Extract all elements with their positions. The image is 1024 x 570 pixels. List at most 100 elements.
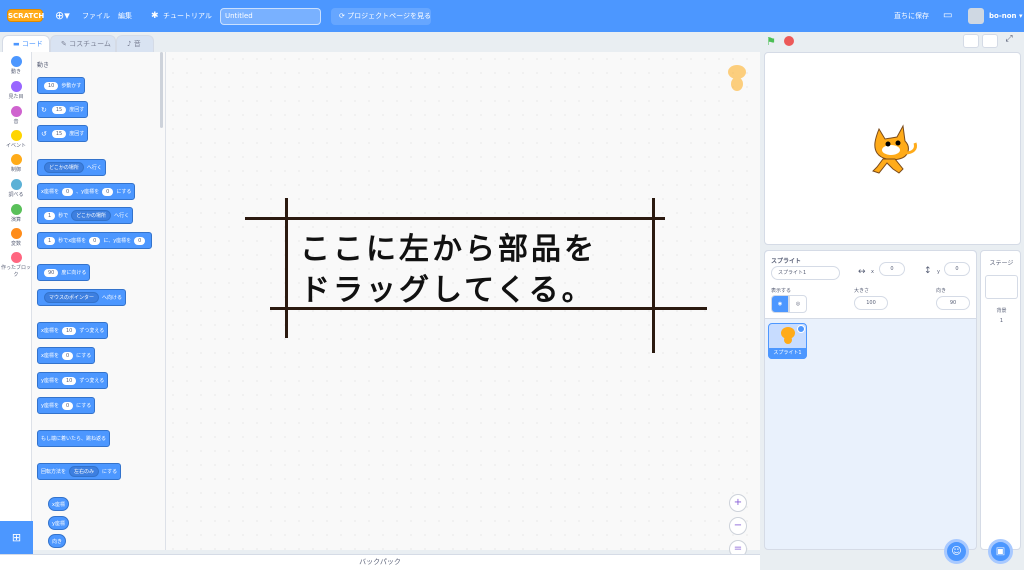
project-page-button[interactable]: ⟳ プロジェクトページを見る [331,8,431,25]
block-text: 度回す [69,131,85,137]
category-looks[interactable]: 見た目 [0,81,32,100]
fullscreen-icon[interactable]: ⤢ [1001,34,1017,48]
block-input[interactable]: 0 [89,236,101,245]
block-dropdown[interactable]: どこかの場所 [71,210,112,221]
category-sensing[interactable]: 調べる [0,179,32,198]
globe-icon[interactable]: ⊕▾ [55,0,70,32]
avatar[interactable] [968,8,984,24]
block-dropdown[interactable]: 左右のみ [69,466,100,477]
block-input[interactable]: 0 [61,187,74,196]
category-events[interactable]: イベント [0,130,32,149]
block-dropdown[interactable]: どこかの場所 [44,162,84,173]
block-input[interactable]: 1 [44,236,56,245]
menu-file[interactable]: ファイル [82,0,110,32]
category-variables[interactable]: 変数 [0,228,32,247]
tab-costume[interactable]: ✎ コスチューム [50,35,116,52]
block-text: x座標 [52,501,65,508]
category-motion[interactable]: 動き [0,56,32,75]
reporter-y-position[interactable]: y座標 [48,516,69,530]
folder-icon[interactable]: ▭ [943,0,952,32]
block-rotation-style[interactable]: 回転方法を 左右のみ にする [37,463,122,480]
block-input[interactable]: 1 [44,211,56,220]
category-control[interactable]: 制御 [0,154,32,173]
stop-button[interactable] [784,36,794,46]
block-glide-xy[interactable]: 1 秒でx座標を 0 に、y座標を 0 [37,232,153,249]
tab-code[interactable]: ▬ コード [2,35,50,52]
y-input[interactable]: 0 [944,262,970,276]
zoom-in-button[interactable]: + [729,494,747,512]
block-dropdown[interactable]: マウスのポインター [44,292,100,303]
category-operators[interactable]: 演算 [0,204,32,223]
block-point-towards[interactable]: マウスのポインター へ向ける [37,289,127,306]
stage-target-pane[interactable]: ステージ 背景 1 [980,250,1021,550]
green-flag-icon[interactable]: ⚑ [766,35,776,48]
block-input[interactable]: 0 [61,351,74,360]
category-my-blocks[interactable]: 作ったブロック [0,252,32,278]
username-menu[interactable]: bo-non ▾ [989,0,1022,32]
x-input[interactable]: 0 [879,262,905,276]
cat-face-icon: ☺ [951,546,962,557]
reporter-x-position[interactable]: x座標 [48,497,69,511]
block-turn-right[interactable]: ↻ 15 度回す [37,101,89,118]
block-set-x[interactable]: x座標を 0 にする [37,347,96,364]
block-set-y[interactable]: y座標を 0 にする [37,397,96,414]
add-extension-button[interactable]: ⊞ [0,521,33,554]
block-bounce-on-edge[interactable]: もし端に着いたら、跳ね返る [37,430,111,447]
show-visible-button[interactable]: ◉ [771,295,789,313]
stage-canvas[interactable] [764,52,1021,245]
block-text: x座標を [41,328,59,334]
block-input[interactable]: 10 [61,376,77,385]
zoom-out-button[interactable]: − [729,517,747,535]
category-sound[interactable]: 音 [0,106,32,125]
menu-tutorial[interactable]: チュートリアル [163,0,212,32]
block-glide-to[interactable]: 1 秒で どこかの場所 へ行く [37,207,134,224]
direction-input[interactable]: 90 [936,296,970,310]
backpack-bar[interactable]: バックパック [0,554,760,570]
size-input[interactable]: 100 [854,296,888,310]
block-input[interactable]: 0 [61,401,74,410]
palette-heading: 動き [37,62,50,69]
rotate-right-icon: ↻ [41,105,47,114]
tab-sound-label: 音 [133,40,141,48]
cat-sprite[interactable] [865,123,920,179]
project-title-input[interactable]: Untitled [220,8,321,25]
block-go-to[interactable]: どこかの場所 へ行く [37,159,106,176]
choose-backdrop-button[interactable]: ▣ [988,539,1013,564]
reporter-direction[interactable]: 向き [48,534,67,548]
direction-label: 向き [936,288,947,294]
block-text: y座標を [41,403,59,409]
block-text: にする [116,189,132,195]
category-dot [10,56,22,67]
block-point-direction[interactable]: 90 度に向ける [37,264,91,281]
delete-sprite-icon[interactable] [797,325,805,333]
sprite-name-input[interactable]: スプライト1 [771,266,840,280]
annotation-text: ここに左から部品を ドラッグしてくる。 [300,229,597,311]
block-input[interactable]: 15 [51,105,67,114]
block-input[interactable]: 0 [134,236,146,245]
block-change-y[interactable]: y座標を 10 ずつ変える [37,372,109,389]
block-change-x[interactable]: x座標を 10 ずつ変える [37,322,109,339]
tab-sound[interactable]: ♪ 音 [116,35,154,52]
small-stage-button[interactable] [963,34,979,48]
block-input[interactable]: 10 [61,326,77,335]
block-input[interactable]: 15 [51,129,67,138]
choose-sprite-button[interactable]: ☺ [944,539,969,564]
block-text: y座標 [52,520,65,527]
category-label: 音 [13,119,19,125]
block-input[interactable]: 90 [44,268,59,277]
save-now-button[interactable]: 直ちに保存 [894,0,929,32]
show-hidden-button[interactable]: ◎ [789,295,807,313]
menu-edit[interactable]: 編集 [118,0,132,32]
block-input[interactable]: 0 [102,187,114,196]
block-input[interactable]: 10 [44,81,59,90]
scratch-logo[interactable]: SCRATCH [7,9,44,22]
lightbulb-icon: ✱ [151,11,159,21]
block-go-to-xy[interactable]: x座標を 0 、y座標を 0 にする [37,183,136,200]
category-label: 動き [10,69,21,75]
stage-thumbnail[interactable] [985,275,1018,299]
block-move-steps[interactable]: 10 歩動かす [37,77,86,94]
palette-scrollbar[interactable] [160,52,163,128]
large-stage-button[interactable] [982,34,998,48]
block-turn-left[interactable]: ↺ 15 度回す [37,125,89,142]
block-text: 秒で [58,213,69,219]
